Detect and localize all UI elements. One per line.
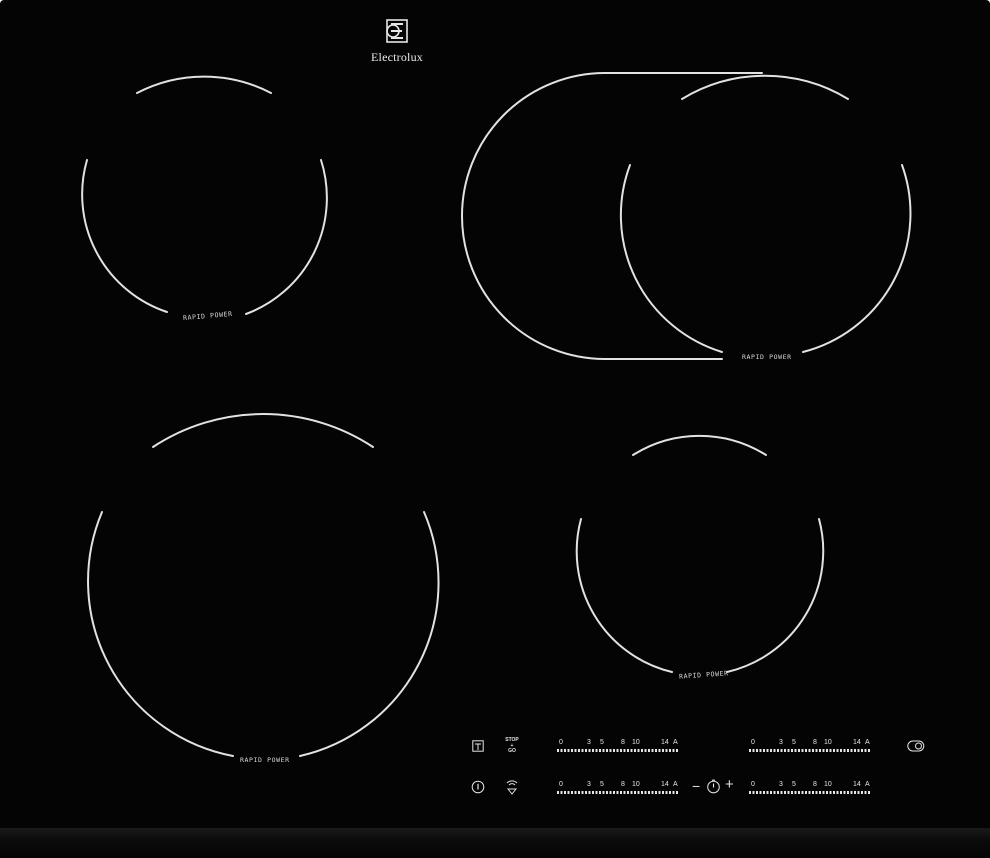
slider-tick: 14 — [661, 781, 669, 788]
slider-tick: 10 — [824, 781, 832, 788]
dual-zone-toggle-icon[interactable] — [907, 739, 925, 757]
front-left-zone-arc-main — [87, 511, 440, 757]
slider-tick: 3 — [779, 739, 783, 746]
timer-plus-button[interactable]: + — [725, 777, 734, 793]
slider-tick: 0 — [751, 739, 755, 746]
power-slider-front-left[interactable]: 0 3 5 8 10 14 A — [557, 739, 679, 755]
slider-tick: 0 — [751, 781, 755, 788]
slider-tick: 8 — [621, 739, 625, 746]
rear-left-zone-arc-main — [81, 159, 328, 315]
slider-tick: 5 — [792, 781, 796, 788]
rear-left-zone-arc-top — [136, 75, 272, 94]
slider-tick: 8 — [621, 781, 625, 788]
slider-tick: A — [865, 739, 870, 746]
power-icon[interactable] — [471, 780, 485, 799]
slider-tick: 5 — [792, 739, 796, 746]
slider-tick: 5 — [600, 739, 604, 746]
zone-outlines — [81, 72, 912, 757]
slider-tick: 14 — [853, 781, 861, 788]
slider-tick: 14 — [853, 739, 861, 746]
timer-minus-button[interactable]: − — [692, 778, 700, 794]
front-left-zone-label: RAPID POWER — [240, 756, 290, 764]
slider-tick: 10 — [632, 739, 640, 746]
rear-right-zone-arc-top — [681, 74, 849, 100]
timer-icon[interactable] — [706, 779, 721, 799]
power-slider-rear-left[interactable]: 0 3 5 8 10 14 A — [557, 781, 679, 797]
rear-right-zone-arc-main — [619, 164, 912, 353]
slider-track[interactable] — [557, 791, 679, 794]
slider-tick: A — [673, 739, 678, 746]
slider-tick: 3 — [587, 739, 591, 746]
electrolux-logo-icon — [369, 18, 425, 46]
slider-scale: 0 3 5 8 10 14 A — [749, 739, 871, 748]
slider-tick: A — [865, 781, 870, 788]
front-right-zone-arc-main — [575, 518, 825, 673]
slider-tick: 10 — [632, 781, 640, 788]
slider-tick: 3 — [779, 781, 783, 788]
slider-tick: 0 — [559, 739, 563, 746]
power-slider-rear-right[interactable]: 0 3 5 8 10 14 A — [749, 781, 871, 797]
brand-name: Electrolux — [371, 50, 423, 64]
slider-track[interactable] — [749, 791, 871, 794]
slider-tick: 3 — [587, 781, 591, 788]
slider-scale: 0 3 5 8 10 14 A — [557, 739, 679, 748]
slider-tick: 10 — [824, 739, 832, 746]
front-left-zone-arc-top — [152, 413, 374, 448]
rear-right-extended-zone-outline — [461, 72, 763, 360]
slider-tick: 8 — [813, 739, 817, 746]
slider-scale: 0 3 5 8 10 14 A — [557, 781, 679, 790]
slider-track[interactable] — [557, 749, 679, 752]
slider-track[interactable] — [749, 749, 871, 752]
rear-right-zone-label: RAPID POWER — [742, 353, 792, 361]
slider-tick: 0 — [559, 781, 563, 788]
cooktop-glass: Electrolux RAPID POWER RAPID POWER RAPID… — [0, 0, 990, 858]
front-right-zone-arc-top — [632, 434, 767, 456]
power-slider-front-right[interactable]: 0 3 5 8 10 14 A — [749, 739, 871, 755]
bridge-zone-icon[interactable] — [505, 778, 519, 801]
slider-scale: 0 3 5 8 10 14 A — [749, 781, 871, 790]
stop-go-line3: GO — [508, 748, 516, 754]
slider-tick: 14 — [661, 739, 669, 746]
child-lock-icon[interactable] — [472, 739, 484, 757]
slider-tick: 5 — [600, 781, 604, 788]
slider-tick: A — [673, 781, 678, 788]
slider-tick: 8 — [813, 781, 817, 788]
stop-go-button[interactable]: STOP + GO — [503, 737, 521, 755]
